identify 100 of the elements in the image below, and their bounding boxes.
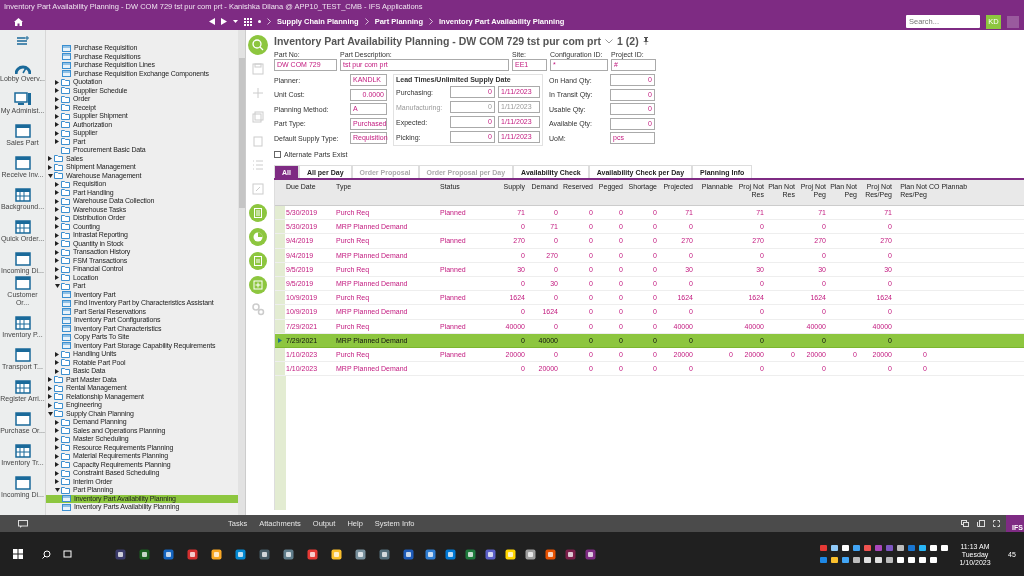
collapsed-arrow-icon[interactable] (55, 181, 59, 187)
expanded-arrow-icon[interactable] (48, 411, 53, 416)
home-icon[interactable] (13, 17, 23, 26)
task-view-icon[interactable] (63, 550, 72, 558)
apps-grid-icon[interactable] (244, 17, 252, 26)
record-counter: 1 (2) (617, 35, 639, 47)
app-icon[interactable] (504, 548, 516, 560)
collapsed-arrow-icon[interactable] (55, 249, 59, 255)
collapsed-arrow-icon[interactable] (48, 394, 52, 400)
pin-icon[interactable] (642, 37, 649, 45)
app-icon[interactable] (138, 548, 150, 560)
collapsed-arrow-icon[interactable] (55, 368, 59, 374)
forward-icon[interactable] (221, 18, 227, 25)
expanded-arrow-icon[interactable] (55, 284, 60, 289)
app-icon[interactable] (584, 548, 596, 560)
table-window-icon (14, 315, 31, 330)
fullscreen-icon[interactable] (993, 520, 1000, 527)
collapsed-arrow-icon[interactable] (48, 385, 52, 391)
table-window-icon (14, 219, 31, 234)
chevron-icon (364, 18, 369, 25)
chevron-down-icon[interactable] (605, 38, 614, 44)
app-icon[interactable] (258, 548, 270, 560)
tray-icons-drawing[interactable] (820, 542, 950, 566)
app-icon[interactable] (162, 548, 174, 560)
collapsed-arrow-icon[interactable] (55, 258, 59, 264)
chevron-icon (267, 18, 271, 25)
table-window-icon (14, 443, 31, 458)
collapsed-arrow-icon[interactable] (48, 164, 52, 170)
app-icon[interactable] (210, 548, 222, 560)
table-window-icon (14, 187, 31, 202)
app-icon[interactable] (114, 548, 126, 560)
collapsed-arrow-icon[interactable] (55, 419, 59, 425)
collapsed-arrow-icon[interactable] (55, 105, 59, 111)
app-icon[interactable] (544, 548, 556, 560)
scrollbar[interactable] (238, 30, 245, 515)
app-icon[interactable] (330, 548, 342, 560)
collapsed-arrow-icon[interactable] (48, 156, 52, 162)
collapsed-arrow-icon[interactable] (55, 275, 59, 281)
checkbox[interactable] (274, 151, 281, 158)
app-icon[interactable] (464, 548, 476, 560)
window-icon (14, 411, 31, 426)
app-icon[interactable] (402, 548, 414, 560)
collapsed-arrow-icon[interactable] (55, 79, 59, 85)
chat-icon[interactable] (18, 519, 28, 528)
gauge-icon (14, 63, 31, 74)
collapsed-arrow-icon[interactable] (55, 462, 59, 468)
windows-icon[interactable] (961, 520, 969, 527)
window-icon (14, 347, 31, 362)
app-icon[interactable] (354, 548, 366, 560)
collapsed-arrow-icon[interactable] (55, 215, 59, 221)
app-icon[interactable] (424, 548, 436, 560)
collapsed-arrow-icon[interactable] (55, 266, 59, 272)
window-icon (14, 475, 31, 490)
collapsed-arrow-icon[interactable] (55, 241, 59, 247)
collapsed-arrow-icon[interactable] (55, 113, 59, 119)
collapsed-arrow-icon[interactable] (55, 190, 59, 196)
collapsed-arrow-icon[interactable] (55, 122, 59, 128)
collapsed-arrow-icon[interactable] (48, 402, 52, 408)
app-icon[interactable] (564, 548, 576, 560)
windows-logo-icon[interactable] (13, 549, 23, 559)
app-icon[interactable] (524, 548, 536, 560)
app-icon[interactable] (484, 548, 496, 560)
caret-icon[interactable] (233, 20, 238, 23)
collapsed-arrow-icon[interactable] (48, 377, 52, 383)
collapsed-arrow-icon[interactable] (55, 96, 59, 102)
collapsed-arrow-icon[interactable] (55, 198, 59, 204)
app-icon[interactable] (306, 548, 318, 560)
row-pointer-icon (278, 337, 282, 343)
collapsed-arrow-icon[interactable] (55, 130, 59, 136)
app-icon[interactable] (186, 548, 198, 560)
monitor-icon (13, 91, 32, 106)
collapsed-arrow-icon[interactable] (55, 88, 59, 94)
menu-icon[interactable] (16, 36, 29, 46)
app-icon[interactable] (378, 548, 390, 560)
collapsed-arrow-icon[interactable] (55, 479, 59, 485)
window-icon (14, 123, 31, 138)
collapsed-arrow-icon[interactable] (55, 207, 59, 213)
collapsed-arrow-icon[interactable] (55, 428, 59, 434)
collapsed-arrow-icon[interactable] (55, 360, 59, 366)
window-icon (14, 251, 31, 266)
collapsed-arrow-icon[interactable] (55, 453, 59, 459)
back-icon[interactable] (209, 18, 215, 25)
app-icon[interactable] (282, 548, 294, 560)
window-icon (14, 155, 31, 170)
collapsed-arrow-icon[interactable] (55, 232, 59, 238)
search-icon[interactable] (42, 549, 51, 559)
expanded-arrow-icon[interactable] (48, 173, 53, 178)
collapsed-arrow-icon[interactable] (55, 224, 59, 230)
collapsed-arrow-icon[interactable] (55, 436, 59, 442)
app-icon[interactable] (234, 548, 246, 560)
collapsed-arrow-icon[interactable] (55, 351, 59, 357)
copy-icon[interactable] (977, 520, 985, 527)
expanded-arrow-icon[interactable] (55, 488, 60, 493)
table-window-icon (14, 379, 31, 394)
collapsed-arrow-icon[interactable] (55, 470, 59, 476)
collapsed-arrow-icon[interactable] (55, 139, 59, 145)
app-icon[interactable] (444, 548, 456, 560)
window-icon (14, 276, 31, 290)
chevron-icon (429, 18, 433, 25)
collapsed-arrow-icon[interactable] (55, 445, 59, 451)
